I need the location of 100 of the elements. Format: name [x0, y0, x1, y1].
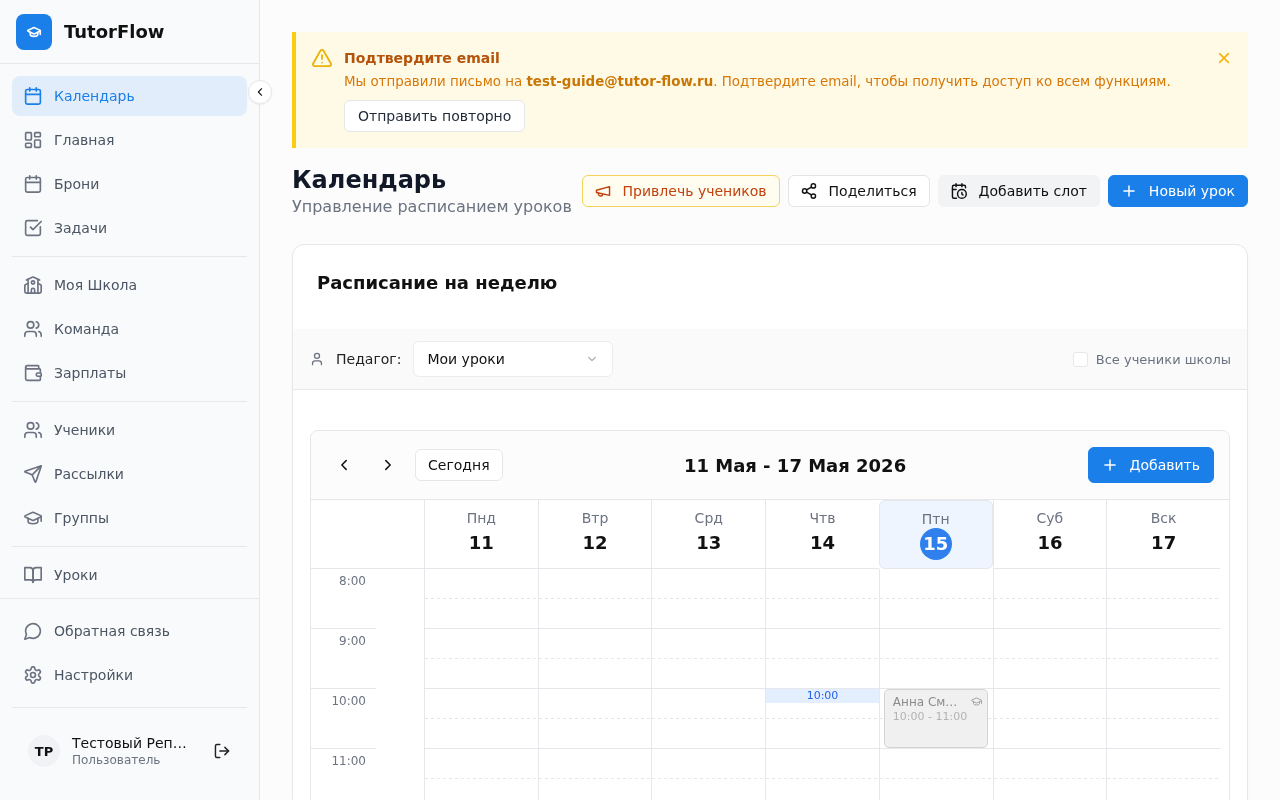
day-date: 15 [919, 528, 952, 560]
add-button[interactable]: Добавить [1087, 447, 1214, 483]
weekday-label: Птн [921, 510, 950, 528]
sidebar-nav-item[interactable]: Обратная связь [12, 611, 247, 651]
share-icon [800, 182, 817, 199]
time-slot[interactable] [424, 629, 538, 689]
sidebar-nav-item[interactable]: Брони [12, 164, 247, 204]
page-subtitle: Управление расписанием уроков [292, 197, 572, 217]
weekday-label: Чтв [809, 509, 836, 527]
page-title: Календарь [292, 165, 448, 196]
time-slot[interactable] [765, 569, 879, 629]
brand-name: TutorFlow [64, 21, 165, 42]
graduation-cap-icon [16, 13, 52, 50]
user-role: Пользователь [72, 752, 162, 768]
current-time-marker: 10:00 [766, 689, 879, 703]
weekday-label: Суб [1036, 509, 1064, 527]
checkbox[interactable] [1072, 351, 1088, 367]
lesson-student: Анна См… [892, 694, 958, 710]
time-slot[interactable] [651, 689, 766, 749]
add-slot-button[interactable]: Добавить слот [937, 174, 1100, 207]
day-date: 14 [808, 531, 836, 555]
time-slot[interactable] [1106, 629, 1220, 689]
time-slot[interactable] [1106, 749, 1220, 800]
time-label: 11:00 [331, 754, 366, 768]
teacher-select[interactable]: Мои уроки [413, 341, 614, 377]
sidebar-nav-item[interactable]: Моя Школа [12, 265, 247, 305]
sidebar-nav-item[interactable]: Настройки [12, 655, 247, 695]
sidebar-nav-item[interactable]: Группы [12, 498, 247, 538]
week-range-title: 11 Мая - 17 Мая 2026 [683, 454, 907, 476]
weekday-label: Втр [581, 509, 609, 527]
people-icon [24, 320, 42, 338]
time-slot[interactable] [765, 749, 879, 800]
people-icon [24, 421, 42, 439]
new-lesson-button[interactable]: Новый урок [1107, 174, 1248, 207]
day-date: 12 [581, 531, 609, 555]
wallet-icon [24, 364, 42, 382]
time-label: 9:00 [339, 634, 366, 648]
dashboard-icon [24, 131, 42, 149]
open-book-icon [24, 566, 42, 584]
time-slot[interactable] [537, 689, 652, 749]
user-name: Тестовый Реп… [72, 734, 188, 752]
time-slot[interactable] [878, 629, 993, 689]
attract-students-button[interactable]: Привлечь учеников [581, 174, 780, 207]
time-slot[interactable] [1106, 689, 1220, 749]
time-slot[interactable]: 10:00 [765, 689, 879, 749]
weekday-label: Срд [694, 509, 723, 527]
sidebar-nav-item[interactable]: Ученики [12, 410, 247, 450]
time-slot[interactable] [651, 749, 766, 800]
time-slot[interactable] [992, 629, 1107, 689]
time-slot[interactable] [992, 569, 1107, 629]
close-button[interactable] [1216, 50, 1232, 66]
lesson-time: 10:00 - 11:00 [892, 710, 968, 724]
alert-title: Подтвердите email [344, 49, 501, 68]
plus-icon [1120, 182, 1137, 199]
time-slot[interactable] [537, 629, 652, 689]
time-slot[interactable] [537, 749, 652, 800]
sidebar-nav-item[interactable]: Задачи [12, 208, 247, 248]
calendar-clock-icon [950, 182, 967, 199]
close-icon [1216, 50, 1232, 66]
time-slot[interactable] [992, 689, 1107, 749]
day-date: 13 [695, 531, 723, 555]
calendar-icon [24, 175, 42, 193]
checkbox-label: Все ученики школы [1095, 351, 1231, 367]
time-label: 8:00 [339, 574, 366, 588]
sidebar-nav-item[interactable]: Уроки [12, 555, 247, 595]
weekday-label: Вск [1150, 509, 1177, 527]
teacher-label: Педагог: [336, 351, 402, 367]
calendar-icon [24, 87, 42, 105]
sidebar-nav-item[interactable]: Главная [12, 120, 247, 160]
school-building-icon [24, 276, 42, 294]
graduation-cap-icon [970, 696, 982, 707]
time-slot[interactable] [1106, 569, 1220, 629]
sidebar-nav-item[interactable]: Зарплаты [12, 353, 247, 393]
time-slot[interactable] [878, 749, 993, 800]
person-icon [310, 352, 324, 366]
today-button[interactable]: Сегодня [415, 449, 503, 481]
day-date: 17 [1150, 531, 1178, 555]
speech-bubble-icon [24, 622, 42, 640]
card-title: Расписание на неделю [316, 271, 559, 295]
time-slot[interactable] [651, 629, 766, 689]
settings-icon [24, 666, 42, 684]
time-slot[interactable] [765, 629, 879, 689]
sidebar-nav-item[interactable]: Команда [12, 309, 247, 349]
day-date: 11 [467, 531, 495, 555]
collapse-sidebar-button[interactable] [248, 80, 272, 104]
warning-icon [312, 48, 332, 68]
sidebar-nav-item[interactable]: Рассылки [12, 454, 247, 494]
resend-button[interactable]: Отправить повторно [344, 100, 526, 132]
time-slot[interactable] [424, 689, 538, 749]
share-button[interactable]: Поделиться [787, 174, 930, 207]
user-avatar: ТР [28, 735, 60, 767]
time-slot[interactable] [424, 569, 538, 629]
alert-message: Мы отправили письмо на test-guide@tutor-flow.ru. Подтвердите email, чтобы получить доступ ко всем функциям. [344, 73, 1172, 91]
time-slot[interactable] [424, 749, 538, 800]
time-slot[interactable] [651, 569, 766, 629]
graduation-cap-icon [24, 509, 42, 527]
time-slot[interactable] [992, 749, 1107, 800]
time-slot[interactable] [537, 569, 652, 629]
time-slot[interactable] [878, 569, 993, 629]
day-date: 16 [1036, 531, 1064, 555]
